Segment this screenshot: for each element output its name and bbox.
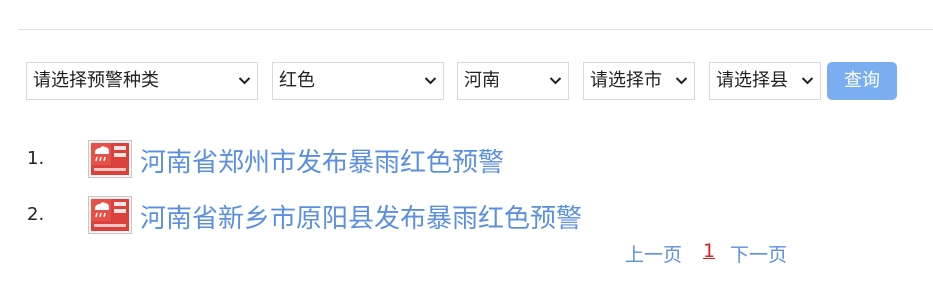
next-page-link[interactable]: 下一页 [730,240,787,267]
color-select[interactable]: 红色 [272,62,444,100]
warning-type-select[interactable]: 请选择预警种类 [26,62,258,100]
city-value: 请选择市 [590,70,662,91]
chevron-down-icon [675,77,688,85]
warning-title-link[interactable]: 河南省郑州市发布暴雨红色预警 [140,142,504,179]
item-index: 1. [27,148,45,169]
rainstorm-red-warning-icon [88,140,132,178]
chevron-down-icon [801,77,814,85]
query-button[interactable]: 查询 [827,62,897,100]
current-page-number[interactable]: 1 [703,240,715,262]
province-value: 河南 [464,70,500,91]
county-value: 请选择县 [716,70,788,91]
warning-title-link[interactable]: 河南省新乡市原阳县发布暴雨红色预警 [140,198,582,235]
top-divider [18,29,933,30]
city-select[interactable]: 请选择市 [583,62,695,100]
chevron-down-icon [238,77,251,85]
province-select[interactable]: 河南 [457,62,569,100]
warning-type-value: 请选择预警种类 [33,70,159,91]
chevron-down-icon [424,77,437,85]
prev-page-link[interactable]: 上一页 [625,240,682,267]
county-select[interactable]: 请选择县 [709,62,821,100]
chevron-down-icon [549,77,562,85]
rainstorm-red-warning-icon [88,196,132,234]
color-value: 红色 [279,70,315,91]
item-index: 2. [27,204,45,225]
